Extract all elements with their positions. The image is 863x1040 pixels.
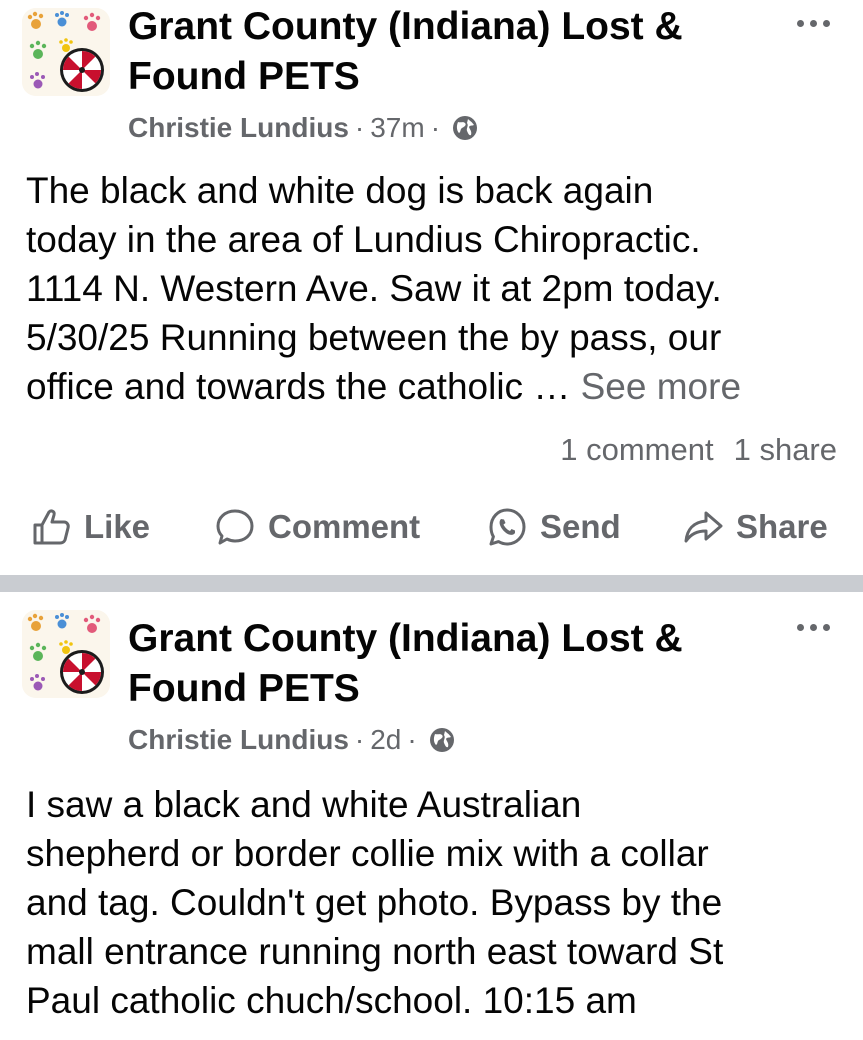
post-card-2: Grant County (Indiana) Lost & Found PETS… <box>0 592 863 1040</box>
post-text-line: The black and white dog is back again <box>26 170 654 211</box>
post-text-line: Paul catholic chuch/school. 10:15 am <box>26 980 637 1021</box>
post-meta: Christie Lundius · 37m · <box>128 110 480 146</box>
group-avatar[interactable] <box>22 610 110 698</box>
post-text-line: office and towards the catholic … <box>26 366 581 407</box>
more-options-button[interactable] <box>789 8 837 38</box>
share-count[interactable]: 1 share <box>734 432 837 468</box>
action-bar: Like Comment Send Share <box>0 500 863 554</box>
group-avatar[interactable] <box>22 8 110 96</box>
comment-bubble-icon <box>216 509 254 545</box>
post-text-line: and tag. Couldn't get photo. Bypass by t… <box>26 882 723 923</box>
comment-count[interactable]: 1 comment <box>560 432 713 468</box>
post-time[interactable]: 37m <box>370 112 424 144</box>
comment-label: Comment <box>268 508 421 545</box>
post-text-line: 1114 N. Western Ave. Saw it at 2pm today… <box>26 268 722 309</box>
send-label: Send <box>540 508 621 545</box>
group-name[interactable]: Grant County (Indiana) Lost & Found PETS <box>128 2 748 102</box>
post-text-line: mall entrance running north east toward … <box>26 931 724 972</box>
ellipsis-icon <box>796 19 804 27</box>
ellipsis-icon <box>796 623 804 631</box>
like-button[interactable]: Like <box>30 500 150 554</box>
more-options-button[interactable] <box>789 612 837 642</box>
post-text-line: today in the area of Lundius Chiropracti… <box>26 219 701 260</box>
share-arrow-icon <box>684 511 723 543</box>
post-text-line: I saw a black and white Australian <box>26 784 582 825</box>
globe-icon <box>450 113 480 143</box>
share-label: Share <box>736 508 828 545</box>
paw-print-pattern-icon <box>22 610 110 698</box>
group-name[interactable]: Grant County (Indiana) Lost & Found PETS <box>128 614 748 714</box>
whatsapp-icon <box>489 508 526 546</box>
post-text-line: shepherd or border collie mix with a col… <box>26 833 709 874</box>
send-button[interactable]: Send <box>486 500 621 554</box>
author-name[interactable]: Christie Lundius <box>128 112 349 144</box>
engagement-counts: 1 comment 1 share <box>560 430 837 470</box>
like-label: Like <box>84 508 151 545</box>
see-more-link[interactable]: See more <box>581 366 741 407</box>
feed-separator <box>0 575 863 592</box>
post-time[interactable]: 2d <box>370 724 401 756</box>
paw-print-pattern-icon <box>22 8 110 96</box>
comment-button[interactable]: Comment <box>214 500 420 554</box>
author-name[interactable]: Christie Lundius <box>128 724 349 756</box>
post-card-1: Grant County (Indiana) Lost & Found PETS… <box>0 0 863 575</box>
share-button[interactable]: Share <box>682 500 828 554</box>
post-meta: Christie Lundius · 2d · <box>128 722 457 758</box>
post-body: I saw a black and white Australian sheph… <box>26 780 841 1025</box>
post-text-line: 5/30/25 Running between the by pass, our <box>26 317 722 358</box>
post-body: The black and white dog is back again to… <box>26 166 841 411</box>
globe-icon <box>427 725 457 755</box>
thumbs-up-icon <box>33 509 70 545</box>
